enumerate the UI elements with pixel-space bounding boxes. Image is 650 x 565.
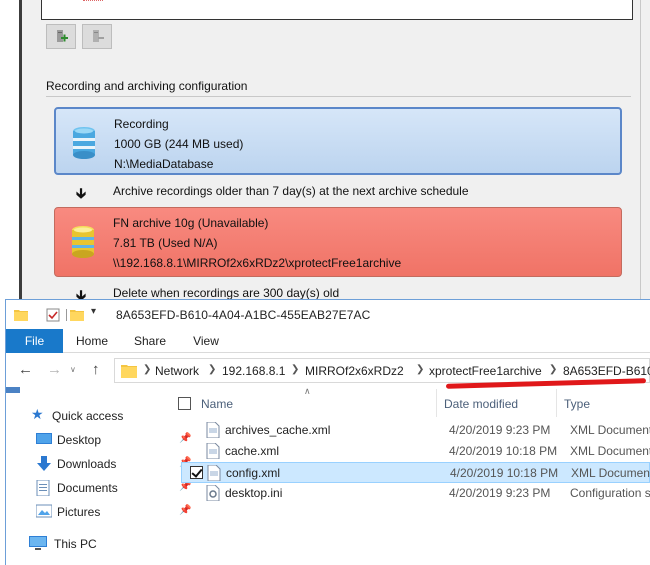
- breadcrumb-chevron-icon[interactable]: ❯: [143, 364, 151, 375]
- column-header: ∧ Name Date modified Type: [166, 386, 650, 417]
- breadcrumb-host[interactable]: 192.168.8.1: [222, 364, 285, 378]
- sort-up-chevron-icon: ∧: [304, 386, 311, 396]
- column-name[interactable]: Name: [201, 397, 233, 411]
- settings-file-icon: [206, 485, 220, 501]
- file-name: cache.xml: [225, 444, 280, 458]
- row-checkbox[interactable]: [190, 466, 203, 479]
- section-label: Recording and archiving configuration: [46, 79, 248, 93]
- file-row-selected[interactable]: config.xml 4/20/2019 10:18 PM XML Docume…: [181, 462, 650, 483]
- file-date: 4/20/2019 10:18 PM: [450, 466, 559, 480]
- xml-file-icon: [207, 465, 221, 481]
- back-arrow-icon[interactable]: ←: [18, 361, 33, 378]
- file-type: Configuration settings: [570, 486, 650, 500]
- archive-title: FN archive 10g (Unavailable): [113, 216, 269, 230]
- navigation-pane: ★ Quick access Desktop 📌 Downloads 📌 Doc…: [6, 387, 191, 565]
- nav-quick-access-label: Quick access: [52, 409, 124, 423]
- forward-arrow-icon[interactable]: →: [47, 361, 62, 378]
- nav-partial-item-icon[interactable]: [6, 387, 20, 393]
- column-type[interactable]: Type: [564, 397, 590, 411]
- download-arrow-icon: [37, 456, 51, 471]
- window-title: 8A653EFD-B610-4A04-A1BC-455EAB27E7AC: [116, 308, 371, 322]
- file-name: archives_cache.xml: [225, 423, 331, 437]
- top-list-box[interactable]: [41, 0, 633, 20]
- database-icon: [72, 226, 94, 258]
- xml-file-icon: [206, 443, 220, 459]
- nav-downloads-label: Downloads: [57, 457, 117, 471]
- column-date-modified[interactable]: Date modified: [444, 397, 518, 411]
- nav-pictures-label: Pictures: [57, 505, 101, 519]
- up-arrow-icon[interactable]: ↑: [92, 361, 100, 378]
- archive-rule-row: 🡳 Archive recordings older than 7 day(s)…: [76, 183, 469, 207]
- new-folder-icon[interactable]: [70, 308, 84, 321]
- recording-storage-box[interactable]: Recording 1000 GB (244 MB used) N:\Media…: [54, 107, 622, 175]
- recent-locations-chevron-icon[interactable]: ∨: [70, 365, 76, 374]
- breadcrumb-chevron-icon[interactable]: ❯: [208, 364, 216, 375]
- breadcrumb-share[interactable]: MIRROf2x6xRDz2: [305, 364, 404, 378]
- file-type: XML Document: [570, 423, 650, 437]
- title-bar: ▾ 8A653EFD-B610-4A04-A1BC-455EAB27E7AC: [6, 300, 650, 329]
- arrow-down-icon: 🡳: [76, 185, 87, 201]
- address-row: ← → ∨ ↑ ❯ Network ❯ 192.168.8.1 ❯ MIRROf…: [6, 355, 650, 389]
- remove-storage-icon: [93, 29, 104, 42]
- file-type: XML Document: [570, 444, 650, 458]
- breadcrumb-network[interactable]: Network: [155, 364, 199, 378]
- nav-desktop-label: Desktop: [57, 433, 102, 447]
- breadcrumb-chevron-icon[interactable]: ❯: [416, 364, 424, 375]
- archive-storage-box[interactable]: FN archive 10g (Unavailable) 7.81 TB (Us…: [54, 207, 622, 277]
- archive-size: 7.81 TB (Used N/A): [113, 236, 218, 250]
- nav-documents-label: Documents: [57, 481, 118, 495]
- recording-title: Recording: [114, 117, 169, 131]
- file-date: 4/20/2019 10:18 PM: [449, 444, 558, 458]
- breadcrumb-current-folder[interactable]: 8A653EFD-B610-: [563, 364, 650, 378]
- select-all-checkbox[interactable]: [178, 397, 191, 410]
- documents-icon: [36, 480, 50, 496]
- nav-this-pc-label: This PC: [54, 537, 97, 551]
- tab-home[interactable]: Home: [72, 329, 112, 353]
- breadcrumb-chevron-icon[interactable]: ❯: [549, 364, 557, 375]
- ribbon-tabs: File Home Share View: [6, 329, 650, 353]
- delete-rule-text: Delete when recordings are 300 day(s) ol…: [113, 286, 340, 300]
- title-separator: [66, 309, 67, 321]
- folder-icon: [121, 365, 137, 378]
- tab-view[interactable]: View: [188, 329, 224, 353]
- remove-storage-button[interactable]: [82, 24, 112, 49]
- recording-path: N:\MediaDatabase: [114, 157, 214, 171]
- file-explorer-window: ▾ 8A653EFD-B610-4A04-A1BC-455EAB27E7AC F…: [5, 299, 650, 565]
- file-type: XML Document: [571, 466, 650, 480]
- pin-icon[interactable]: 📌: [179, 505, 191, 516]
- database-icon: [73, 127, 95, 159]
- breadcrumb-archive-folder[interactable]: xprotectFree1archive: [429, 364, 542, 378]
- file-row[interactable]: desktop.ini 4/20/2019 9:23 PM Configurat…: [181, 483, 650, 504]
- annotation-mark: [83, 0, 103, 1]
- customize-toolbar-dropdown-icon[interactable]: ▾: [91, 306, 96, 317]
- desktop-icon: [36, 433, 52, 444]
- add-storage-icon: [57, 29, 68, 42]
- add-storage-button[interactable]: [46, 24, 76, 49]
- address-bar[interactable]: ❯ Network ❯ 192.168.8.1 ❯ MIRROf2x6xRDz2…: [114, 358, 650, 383]
- computer-icon: [29, 536, 47, 550]
- archive-path: \\192.168.8.1\MIRROf2x6xRDz2\xprotectFre…: [113, 256, 402, 270]
- file-row[interactable]: archives_cache.xml 4/20/2019 9:23 PM XML…: [181, 420, 650, 441]
- management-client-window: Recording and archiving configuration Re…: [0, 0, 650, 303]
- file-date: 4/20/2019 9:23 PM: [449, 486, 551, 500]
- column-separator[interactable]: [436, 389, 437, 417]
- archive-rule-text: Archive recordings older than 7 day(s) a…: [113, 184, 469, 198]
- column-separator[interactable]: [556, 389, 557, 417]
- file-name: desktop.ini: [225, 486, 283, 500]
- xml-file-icon: [206, 422, 220, 438]
- properties-icon[interactable]: [46, 308, 60, 322]
- tab-share[interactable]: Share: [130, 329, 170, 353]
- section-divider: [46, 96, 631, 97]
- file-row[interactable]: cache.xml 4/20/2019 10:18 PM XML Documen…: [181, 441, 650, 462]
- breadcrumb-chevron-icon[interactable]: ❯: [291, 364, 299, 375]
- folder-icon: [14, 310, 28, 321]
- tab-file[interactable]: File: [6, 329, 63, 353]
- recording-size: 1000 GB (244 MB used): [114, 137, 244, 151]
- file-name: config.xml: [226, 466, 281, 480]
- pictures-icon: [36, 504, 52, 518]
- file-date: 4/20/2019 9:23 PM: [449, 423, 551, 437]
- star-icon: ★: [31, 406, 44, 422]
